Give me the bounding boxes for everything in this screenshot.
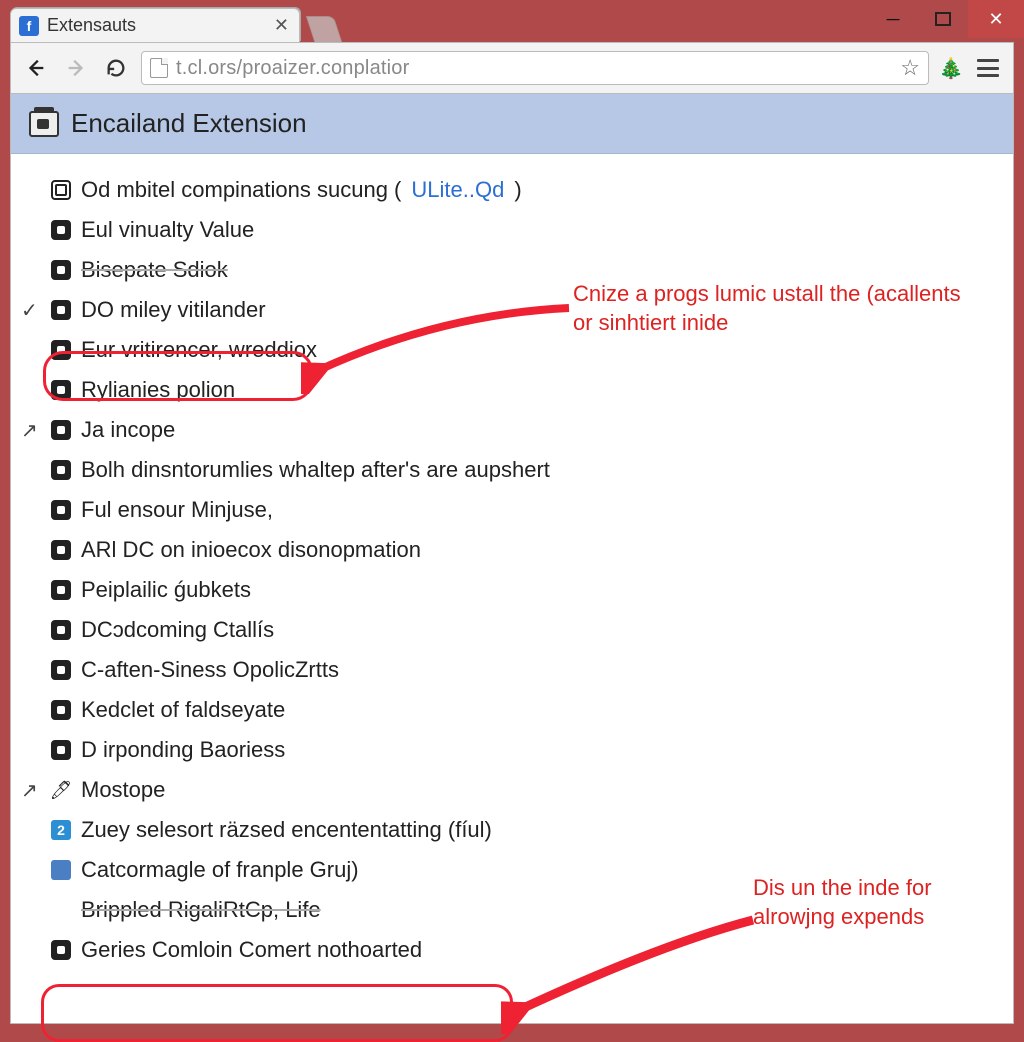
new-tab-button[interactable]	[306, 16, 342, 42]
page-title: Encailand Extension	[71, 108, 307, 139]
checkbox-filled-icon	[51, 260, 71, 280]
item-label: Eul vinualty Value	[81, 217, 254, 243]
bookmark-star-icon[interactable]: ☆	[900, 55, 920, 81]
item-label: Rylianies polion	[81, 377, 235, 403]
browser-tab[interactable]: f Extensauts ✕	[10, 8, 300, 42]
settings-item[interactable]: ↗Ja incope	[51, 410, 1003, 450]
annotation-text-2: Dis un the inde for alrowjng expends	[753, 874, 1003, 931]
address-bar[interactable]: t.cl.ors/proaizer.conplatior ☆	[141, 51, 929, 85]
tab-strip: f Extensauts ✕	[10, 6, 338, 42]
blank-icon	[51, 900, 71, 920]
item-label: Mostope	[81, 777, 165, 803]
item-label: Geries Comloin Comert nothoarted	[81, 937, 422, 963]
page-icon	[150, 58, 168, 78]
settings-item[interactable]: C-aften-Siness OpolicZrtts	[51, 650, 1003, 690]
window-close-button[interactable]: ✕	[968, 0, 1024, 38]
settings-item[interactable]: Ful ensour Minjuse,	[51, 490, 1003, 530]
item-label: Bolh dinsntorumlies whaltep after's are …	[81, 457, 550, 483]
menu-button[interactable]	[973, 53, 1003, 83]
tab-favicon: f	[19, 16, 39, 36]
checkbox-filled-icon	[51, 620, 71, 640]
item-link[interactable]: ULite..Qd	[411, 177, 504, 203]
annotation-text-1: Cnize a progs lumic ustall the (acallent…	[573, 280, 973, 337]
blue-square-icon: 2	[51, 820, 71, 840]
settings-item[interactable]: D irponding Baoriess	[51, 730, 1003, 770]
checkbox-filled-icon	[51, 500, 71, 520]
extension-header-icon	[29, 111, 59, 137]
settings-item[interactable]: Geries Comloin Comert nothoarted	[51, 930, 1003, 970]
tab-close-icon[interactable]: ✕	[274, 15, 289, 36]
item-prefix-mark: ↗	[21, 778, 38, 803]
checkbox-filled-icon	[51, 940, 71, 960]
tab-title: Extensauts	[47, 15, 266, 36]
item-label-tail: )	[514, 177, 521, 203]
hamburger-icon	[977, 59, 999, 77]
checkbox-filled-icon	[51, 540, 71, 560]
item-label: DCɔdcoming Ctallís	[81, 617, 274, 643]
checkbox-outline-icon	[51, 180, 71, 200]
settings-item[interactable]: Peiplailic ǵubkets	[51, 570, 1003, 610]
item-label: Ful ensour Minjuse,	[81, 497, 273, 523]
settings-item[interactable]: Rylianies polion	[51, 370, 1003, 410]
browser-toolbar: t.cl.ors/proaizer.conplatior ☆ 🎄	[10, 42, 1014, 94]
forward-button[interactable]	[61, 53, 91, 83]
url-text: t.cl.ors/proaizer.conplatior	[176, 57, 892, 80]
back-button[interactable]	[21, 53, 51, 83]
window-restore-button[interactable]	[918, 0, 968, 38]
item-label: Ja incope	[81, 417, 175, 443]
checkbox-filled-icon	[51, 340, 71, 360]
extension-icon[interactable]: 🎄	[939, 56, 963, 80]
blue-square-icon	[51, 860, 71, 880]
item-label: Kedclet of faldseyate	[81, 697, 285, 723]
item-label: D irponding Baoriess	[81, 737, 285, 763]
settings-item[interactable]: ARl DC on inioecox disonopmation	[51, 530, 1003, 570]
item-label: ARl DC on inioecox disonopmation	[81, 537, 421, 563]
settings-item[interactable]: Bolh dinsntorumlies whaltep after's are …	[51, 450, 1003, 490]
checkbox-filled-icon	[51, 420, 71, 440]
page-content: Encailand Extension Od mbitel compinatio…	[10, 94, 1014, 1024]
item-label: DO miley vitilander	[81, 297, 266, 323]
settings-item[interactable]: ↗🖊Mostope	[51, 770, 1003, 810]
checkbox-filled-icon	[51, 460, 71, 480]
settings-item[interactable]: DCɔdcoming Ctallís	[51, 610, 1003, 650]
checkbox-filled-icon	[51, 580, 71, 600]
item-prefix-mark: ↗	[21, 418, 38, 443]
checkbox-filled-icon	[51, 700, 71, 720]
item-label: C-aften-Siness OpolicZrtts	[81, 657, 339, 683]
item-label: Od mbitel compinations sucung (	[81, 177, 401, 203]
settings-item[interactable]: 2 Zuey selesort räzsed encententatting (f…	[51, 810, 1003, 850]
checkbox-filled-icon	[51, 740, 71, 760]
page-header: Encailand Extension	[11, 94, 1013, 154]
item-label: Eur vritirencer, wreddiox	[81, 337, 317, 363]
settings-item[interactable]: Eul vinualty Value	[51, 210, 1003, 250]
checkbox-filled-icon	[51, 660, 71, 680]
annotation-highlight-2	[41, 984, 513, 1042]
settings-list: Od mbitel compinations sucung ( ULite..Qd…	[11, 154, 1013, 980]
item-label: Zuey selesort räzsed encententatting (fí…	[81, 817, 492, 843]
item-label: Peiplailic ǵubkets	[81, 577, 251, 603]
wand-icon: 🖊	[51, 780, 71, 800]
settings-item[interactable]: Od mbitel compinations sucung ( ULite..Qd…	[51, 170, 1003, 210]
settings-item[interactable]: Kedclet of faldseyate	[51, 690, 1003, 730]
checkbox-filled-icon	[51, 220, 71, 240]
window-minimize-button[interactable]: ─	[868, 0, 918, 38]
checkbox-filled-icon	[51, 300, 71, 320]
reload-button[interactable]	[101, 53, 131, 83]
checkbox-filled-icon	[51, 380, 71, 400]
item-label: Bisepate Sdiok	[81, 257, 228, 283]
item-prefix-mark: ✓	[21, 298, 38, 323]
item-label: Catcormagle of franple Gruj)	[81, 857, 359, 883]
item-label: Brippled RigaliRtCp, Life	[81, 897, 321, 923]
